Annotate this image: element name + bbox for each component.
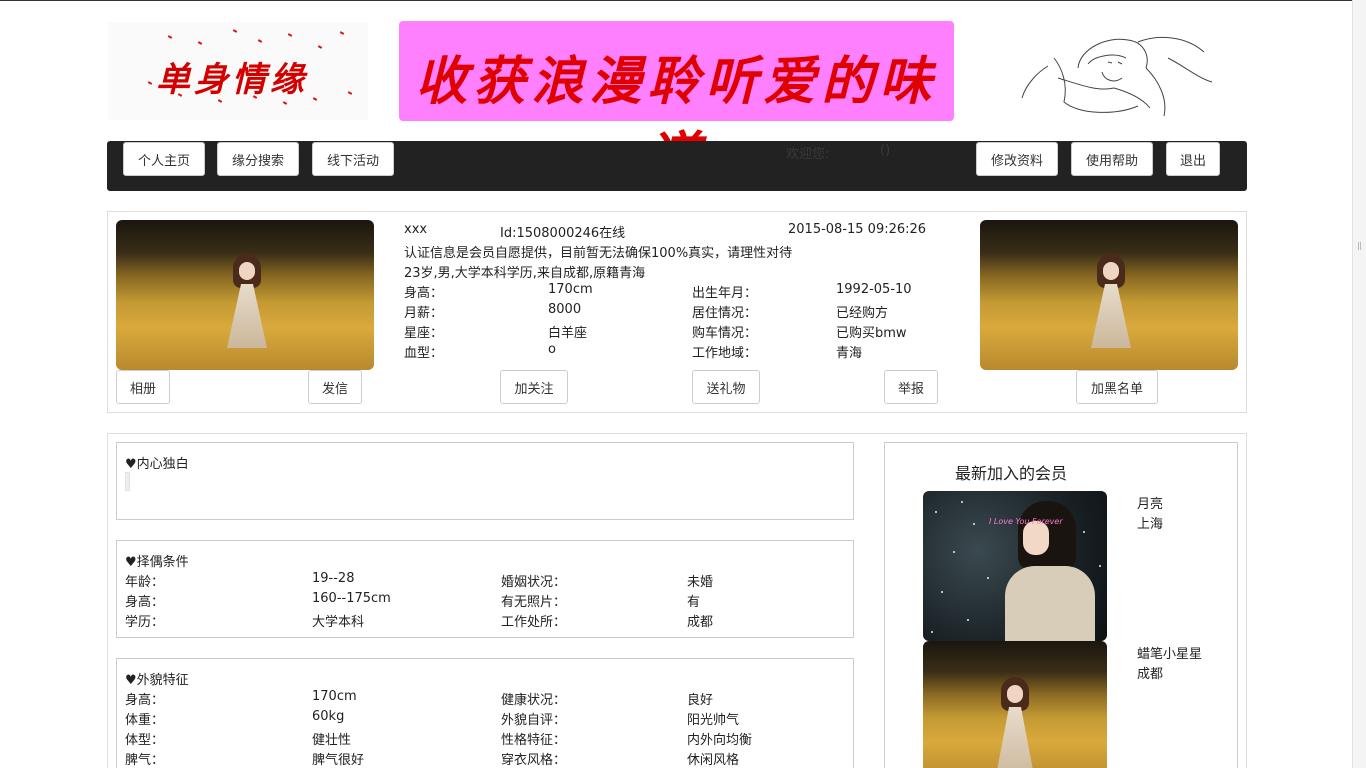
edit-profile-button[interactable]: 修改资料 (976, 142, 1058, 176)
field-label: 购车情况： (692, 326, 758, 341)
send-letter-button[interactable]: 发信 (308, 370, 362, 404)
verification-notice: 认证信息是会员自愿提供，目前暂无法确保100%真实，请理性对待 (404, 246, 793, 261)
member-name[interactable]: 月亮 (1137, 493, 1163, 512)
profile-datetime: 2015-08-15 09:26:26 (788, 222, 927, 237)
follow-button[interactable]: 加关注 (500, 370, 568, 404)
member-name[interactable]: 蜡笔小星星 (1137, 643, 1202, 662)
member-photo-caption: I Love You Forever (989, 517, 1063, 526)
appearance-value: 阳光帅气 (687, 713, 740, 728)
field-value: 已经购方 (836, 306, 889, 321)
profile-name: xxx (404, 222, 428, 237)
appearance-value: 脾气很好 (312, 753, 365, 768)
welcome-suffix: () (880, 143, 891, 158)
appearance-label: 外貌自评： (501, 713, 567, 728)
profile-photo-left[interactable] (116, 220, 374, 370)
monologue-box (116, 442, 854, 520)
member-city: 上海 (1137, 517, 1164, 532)
criteria-label: 年龄： (125, 575, 165, 590)
appearance-value: 内外向均衡 (687, 733, 753, 748)
appearance-value: 健壮性 (312, 733, 352, 748)
appearance-value: 170cm (312, 689, 357, 704)
site-logo[interactable]: 单身情缘 (108, 22, 368, 120)
field-label: 身高： (404, 286, 444, 301)
appearance-label: 穿衣风格： (501, 753, 567, 768)
criteria-value: 成都 (687, 615, 714, 630)
criteria-value: 160--175cm (312, 591, 391, 606)
criteria-label: 工作处所： (501, 615, 567, 630)
album-button[interactable]: 相册 (116, 370, 170, 404)
field-label: 居住情况： (692, 306, 758, 321)
partner-criteria-title: ♥择偶条件 (125, 555, 189, 570)
field-label: 工作地域： (692, 346, 758, 361)
partner-criteria-box (116, 540, 854, 638)
nav-home-button[interactable]: 个人主页 (123, 142, 205, 176)
couple-sketch-image (1021, 36, 1213, 117)
send-gift-button[interactable]: 送礼物 (692, 370, 760, 404)
member-city: 成都 (1137, 667, 1164, 682)
report-button[interactable]: 举报 (884, 370, 938, 404)
appearance-value: 60kg (312, 709, 345, 724)
appearance-value: 良好 (687, 693, 714, 708)
field-label: 星座： (404, 326, 444, 341)
appearance-label: 性格特征： (501, 733, 567, 748)
blacklist-button[interactable]: 加黑名单 (1076, 370, 1158, 404)
help-button[interactable]: 使用帮助 (1071, 142, 1153, 176)
appearance-label: 脾气： (125, 753, 165, 768)
appearance-value: 休闲风格 (687, 753, 740, 768)
field-value: 青海 (836, 346, 863, 361)
field-value: 170cm (548, 282, 593, 297)
profile-photo-right[interactable] (980, 220, 1238, 370)
window-top-border (0, 0, 1352, 1)
profile-summary: 23岁,男,大学本科学历,来自成都,原籍青海 (404, 266, 646, 281)
appearance-label: 体型： (125, 733, 165, 748)
monologue-title: ♥内心独白 (125, 457, 189, 472)
criteria-value: 有 (687, 595, 701, 610)
field-value: 已购买bmw (836, 326, 907, 341)
criteria-value: 未婚 (687, 575, 714, 590)
field-value: 白羊座 (548, 326, 588, 341)
member-photo[interactable]: I Love You Forever (923, 491, 1107, 641)
nav-search-button[interactable]: 缘分搜索 (217, 142, 299, 176)
logo-text: 单身情缘 (156, 60, 308, 100)
field-label: 出生年月： (692, 286, 758, 301)
nav-events-button[interactable]: 线下活动 (312, 142, 394, 176)
criteria-label: 有无照片： (501, 595, 567, 610)
field-value: 8000 (548, 302, 582, 317)
criteria-label: 身高： (125, 595, 165, 610)
profile-id-status: Id:1508000246在线 (500, 226, 626, 241)
field-label: 血型： (404, 346, 444, 361)
new-members-title: 最新加入的会员 (955, 464, 1068, 483)
criteria-label: 学历： (125, 615, 165, 630)
criteria-value: 大学本科 (312, 615, 365, 630)
appearance-label: 体重： (125, 713, 165, 728)
slogan-banner: 收获浪漫聆听爱的味道 (399, 21, 954, 187)
criteria-label: 婚姻状况： (501, 575, 567, 590)
scrollbar-grip[interactable] (1355, 239, 1363, 253)
appearance-box (116, 658, 854, 768)
welcome-label: 欢迎您: (786, 147, 830, 162)
appearance-title: ♥外貌特征 (125, 673, 189, 688)
appearance-label: 身高： (125, 693, 165, 708)
monologue-textarea[interactable] (125, 472, 130, 491)
field-value: o (548, 342, 556, 357)
field-value: 1992-05-10 (836, 282, 912, 297)
criteria-value: 19--28 (312, 571, 355, 586)
field-label: 月薪： (404, 306, 444, 321)
page-scrollbar[interactable] (1352, 0, 1366, 768)
logout-button[interactable]: 退出 (1166, 142, 1220, 176)
member-photo[interactable] (923, 641, 1107, 768)
appearance-label: 健康状况： (501, 693, 567, 708)
